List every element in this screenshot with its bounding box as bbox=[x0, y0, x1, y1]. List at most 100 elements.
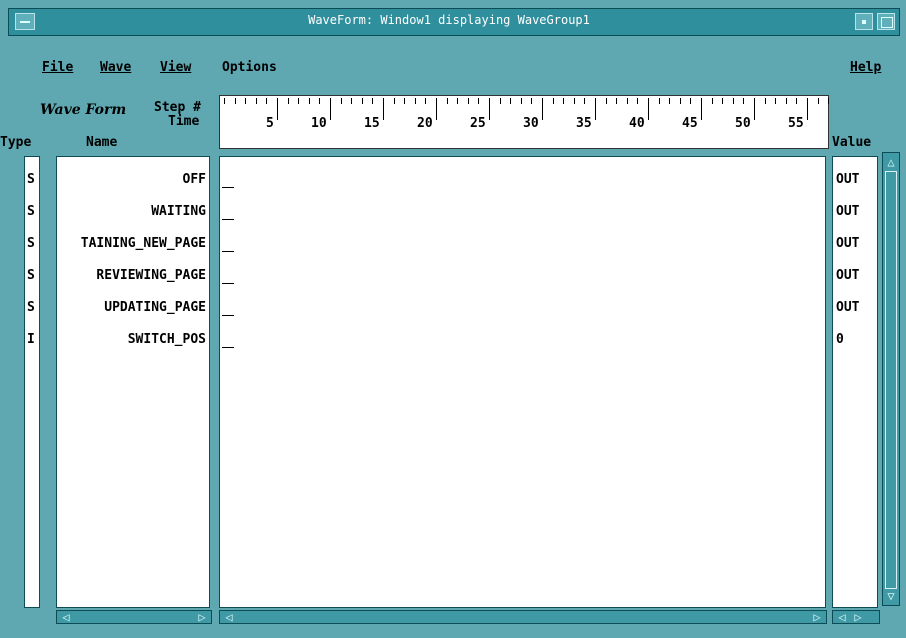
type-header: Type bbox=[0, 135, 32, 150]
ruler-tick bbox=[340, 98, 342, 104]
menu-wave[interactable]: Wave bbox=[100, 60, 131, 75]
menu-options[interactable]: Options bbox=[222, 60, 277, 75]
signal-type: S bbox=[27, 268, 35, 283]
ruler-tick bbox=[255, 98, 257, 104]
left-arrow-icon[interactable]: ◁ bbox=[835, 611, 849, 623]
ruler-label: 40 bbox=[629, 116, 645, 131]
ruler-tick bbox=[701, 98, 702, 120]
menu-options-label: Options bbox=[222, 60, 277, 75]
signal-value: OUT bbox=[836, 300, 860, 315]
signal-type: S bbox=[27, 204, 35, 219]
value-hscrollbar[interactable]: ◁ ▷ bbox=[832, 610, 880, 624]
name-column[interactable] bbox=[56, 156, 210, 608]
menu-file-label: File bbox=[42, 60, 74, 75]
ruler-tick bbox=[467, 98, 469, 104]
ruler-tick bbox=[542, 98, 543, 120]
signal-trace bbox=[222, 187, 234, 188]
vertical-scrollbar[interactable]: △ ▽ bbox=[882, 152, 900, 606]
signal-type: S bbox=[27, 172, 35, 187]
right-arrow-icon[interactable]: ▷ bbox=[810, 611, 824, 623]
menu-file[interactable]: File bbox=[42, 60, 73, 75]
ruler-tick bbox=[414, 98, 416, 104]
signal-value: OUT bbox=[836, 204, 860, 219]
signal-value: OUT bbox=[836, 172, 860, 187]
ruler-tick bbox=[457, 98, 459, 104]
ruler-tick bbox=[245, 98, 247, 104]
ruler-tick bbox=[277, 98, 278, 120]
minimize-button[interactable] bbox=[855, 13, 873, 30]
ruler-tick bbox=[308, 98, 310, 104]
ruler-tick bbox=[616, 98, 618, 104]
signal-name[interactable]: UPDATING_PAGE bbox=[104, 300, 206, 315]
waveform-area[interactable] bbox=[219, 156, 826, 608]
ruler-tick bbox=[637, 98, 639, 104]
ruler-tick bbox=[436, 98, 437, 120]
ruler-label: 15 bbox=[364, 116, 380, 131]
ruler-tick bbox=[711, 98, 713, 104]
ruler-tick bbox=[361, 98, 363, 104]
ruler-label: 10 bbox=[311, 116, 327, 131]
signal-name[interactable]: OFF bbox=[183, 172, 206, 187]
signal-value: OUT bbox=[836, 236, 860, 251]
name-hscrollbar[interactable]: ◁ ▷ bbox=[56, 610, 212, 624]
title-bar[interactable]: WaveForm: Window1 displaying WaveGroup1 bbox=[8, 8, 900, 36]
down-arrow-icon[interactable]: ▽ bbox=[884, 589, 898, 603]
signal-type: S bbox=[27, 236, 35, 251]
ruler-tick bbox=[520, 98, 522, 104]
ruler-tick bbox=[817, 98, 819, 104]
ruler-tick bbox=[722, 98, 724, 104]
maximize-button[interactable] bbox=[877, 13, 895, 30]
waveform-window: WaveForm: Window1 displaying WaveGroup1 … bbox=[0, 0, 906, 638]
ruler-label: 45 bbox=[682, 116, 698, 131]
ruler-tick bbox=[510, 98, 512, 104]
ruler-tick bbox=[679, 98, 681, 104]
ruler-tick bbox=[489, 98, 490, 120]
signal-name[interactable]: TAINING_NEW_PAGE bbox=[81, 236, 206, 251]
signal-type: I bbox=[27, 332, 35, 347]
menu-help[interactable]: Help bbox=[850, 60, 881, 75]
ruler-tick bbox=[478, 98, 480, 104]
signal-name[interactable]: WAITING bbox=[151, 204, 206, 219]
ruler-tick bbox=[807, 98, 808, 120]
ruler-label: 55 bbox=[788, 116, 804, 131]
ruler-tick bbox=[234, 98, 236, 104]
menu-bar: File Wave View Options Help bbox=[8, 36, 898, 90]
ruler-tick bbox=[393, 98, 395, 104]
ruler-tick bbox=[658, 98, 660, 104]
signal-name[interactable]: SWITCH_POS bbox=[128, 332, 206, 347]
ruler-tick bbox=[626, 98, 628, 104]
ruler-tick bbox=[224, 98, 225, 104]
signal-value: 0 bbox=[836, 332, 844, 347]
time-label: Time bbox=[168, 114, 200, 129]
ruler-tick bbox=[732, 98, 734, 104]
ruler-tick bbox=[298, 98, 300, 104]
ruler-tick bbox=[648, 98, 649, 120]
signal-trace bbox=[222, 347, 234, 348]
ruler-tick bbox=[573, 98, 575, 104]
scroll-thumb[interactable] bbox=[885, 171, 897, 589]
right-arrow-icon[interactable]: ▷ bbox=[851, 611, 865, 623]
ruler-tick bbox=[690, 98, 692, 104]
ruler-tick bbox=[351, 98, 353, 104]
name-header: Name bbox=[86, 135, 118, 150]
window-menu-button[interactable] bbox=[15, 13, 35, 30]
signal-name[interactable]: REVIEWING_PAGE bbox=[96, 268, 206, 283]
ruler-tick bbox=[446, 98, 448, 104]
ruler-tick bbox=[404, 98, 406, 104]
signal-trace bbox=[222, 315, 234, 316]
menu-wave-label: Wave bbox=[100, 60, 132, 75]
ruler-label: 35 bbox=[576, 116, 592, 131]
left-arrow-icon[interactable]: ◁ bbox=[222, 611, 236, 623]
up-arrow-icon[interactable]: △ bbox=[884, 155, 898, 169]
type-column bbox=[24, 156, 40, 608]
menu-view[interactable]: View bbox=[160, 60, 191, 75]
menu-view-label: View bbox=[160, 60, 192, 75]
ruler-tick bbox=[552, 98, 554, 104]
left-arrow-icon[interactable]: ◁ bbox=[59, 611, 73, 623]
right-arrow-icon[interactable]: ▷ bbox=[195, 611, 209, 623]
signal-trace bbox=[222, 251, 234, 252]
waveform-hscrollbar[interactable]: ◁ ▷ bbox=[219, 610, 827, 624]
ruler-tick bbox=[319, 98, 321, 104]
ruler-label: 20 bbox=[417, 116, 433, 131]
signal-value: OUT bbox=[836, 268, 860, 283]
